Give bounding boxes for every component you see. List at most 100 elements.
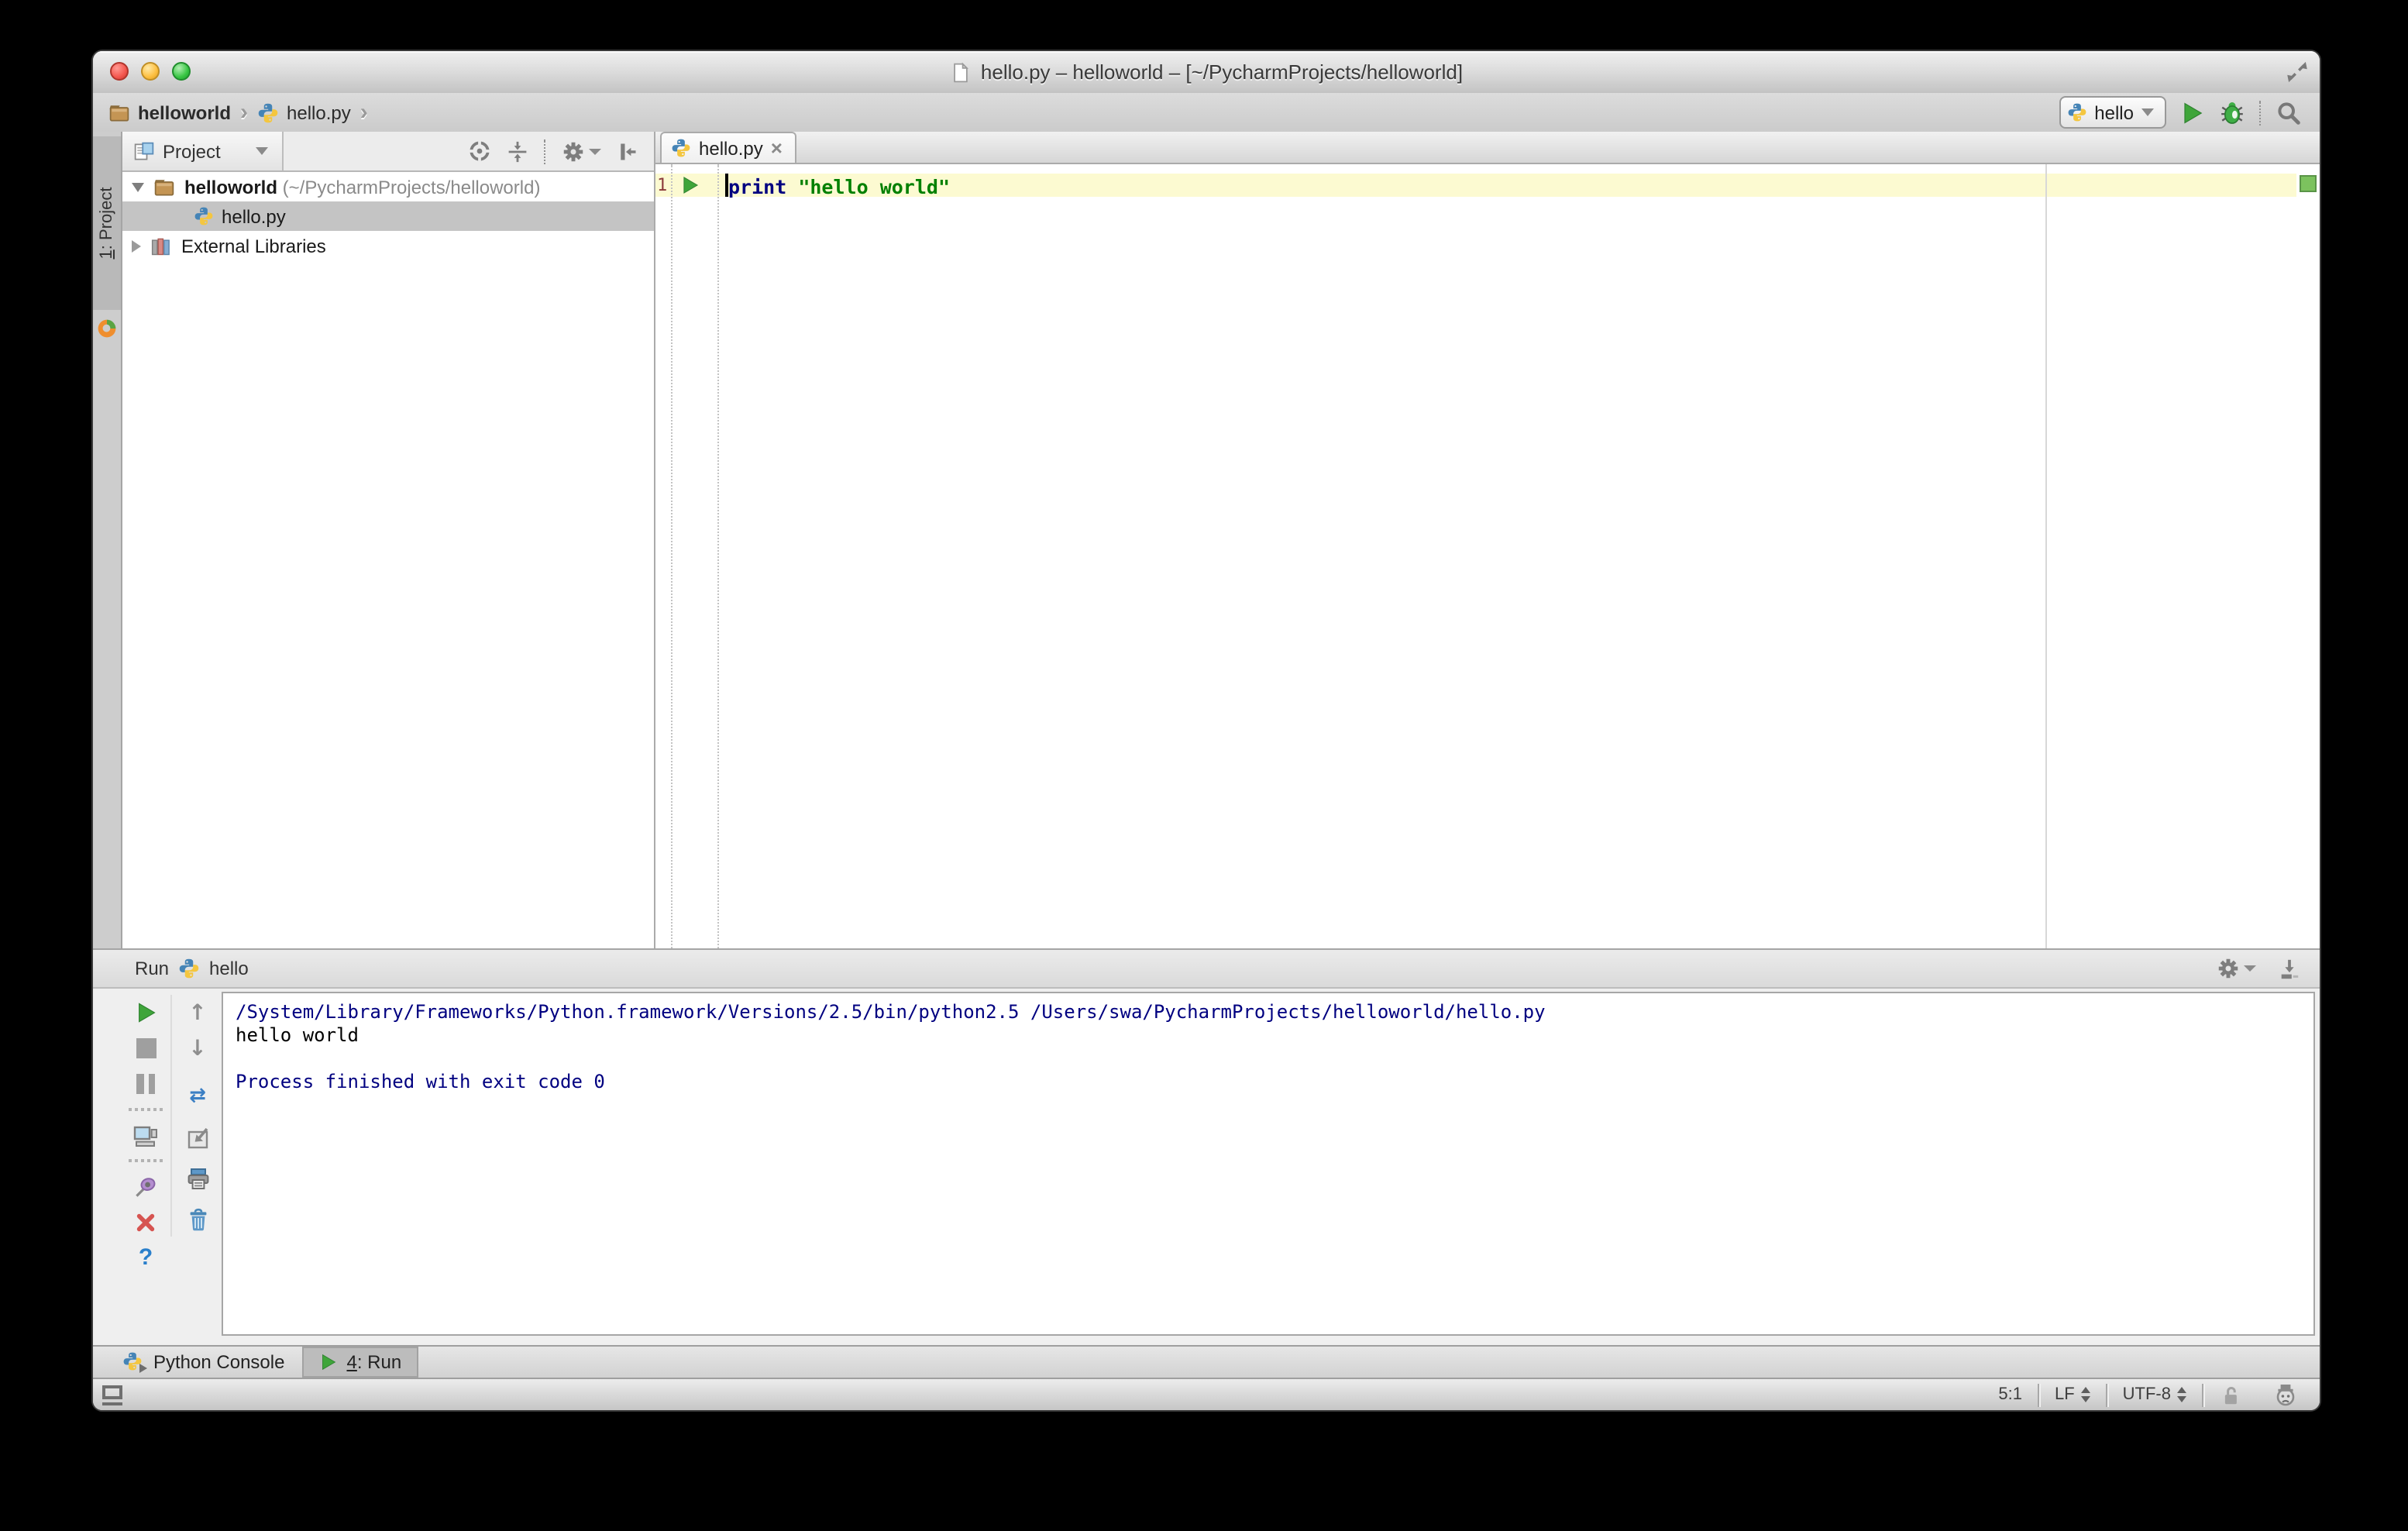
down-arrow-icon: ↓ bbox=[188, 1036, 207, 1061]
run-button[interactable] bbox=[2180, 100, 2205, 125]
document-icon bbox=[950, 61, 972, 83]
rerun-button[interactable] bbox=[121, 995, 170, 1030]
debug-button[interactable] bbox=[2219, 99, 2245, 126]
python-console-icon bbox=[122, 1351, 147, 1373]
run-panel-header-actions bbox=[2217, 957, 2320, 980]
soft-wrap-button[interactable]: ⇄ bbox=[172, 1079, 223, 1114]
run-settings-menu-button[interactable] bbox=[2217, 958, 2256, 979]
chevron-down-icon bbox=[256, 147, 269, 155]
run-toolbar-left: ? bbox=[121, 995, 170, 1275]
readonly-toggle[interactable] bbox=[2203, 1384, 2258, 1405]
hide-panel-button[interactable] bbox=[2278, 957, 2301, 980]
close-tab-icon[interactable]: × bbox=[771, 138, 783, 158]
python-file-icon bbox=[194, 206, 214, 226]
project-view-select[interactable]: Project bbox=[122, 132, 284, 170]
highlighting-level-button[interactable] bbox=[2258, 1384, 2301, 1405]
collapse-all-button[interactable] bbox=[507, 140, 528, 162]
toolwindow-toggle-icon[interactable] bbox=[102, 1385, 122, 1405]
gutter-separator bbox=[717, 164, 719, 948]
editor-area: hello.py × 1 print "hello world" bbox=[655, 132, 2320, 948]
window-title: hello.py – helloworld – [~/PycharmProjec… bbox=[980, 60, 1464, 84]
pause-output-button[interactable] bbox=[121, 1066, 170, 1102]
folder-icon bbox=[108, 101, 130, 123]
stop-button[interactable] bbox=[121, 1030, 170, 1066]
search-icon[interactable] bbox=[2276, 100, 2301, 125]
project-panel: Project helloworld (~/PycharmProjects/he… bbox=[122, 132, 655, 948]
fullscreen-icon[interactable] bbox=[2286, 60, 2309, 84]
expand-arrow-icon[interactable] bbox=[132, 239, 141, 252]
project-root-name: helloworld bbox=[184, 176, 277, 198]
up-stack-trace-button[interactable]: ↑ bbox=[172, 995, 223, 1030]
tool-window-bar: Python Console 4: Run bbox=[93, 1345, 2320, 1378]
print-button[interactable] bbox=[172, 1161, 223, 1196]
project-panel-header: Project bbox=[122, 132, 654, 172]
run-tab[interactable]: 4: Run bbox=[301, 1347, 419, 1378]
tree-item-hello-py[interactable]: hello.py bbox=[122, 201, 654, 231]
tree-item-external-libraries[interactable]: External Libraries bbox=[122, 231, 654, 260]
hide-panel-button[interactable] bbox=[617, 140, 638, 162]
help-button[interactable]: ? bbox=[121, 1240, 170, 1275]
title-bar[interactable]: hello.py – helloworld – [~/PycharmProjec… bbox=[93, 51, 2320, 95]
close-run-panel-button[interactable] bbox=[121, 1204, 170, 1240]
pin-icon bbox=[133, 1174, 158, 1199]
status-bar-widgets: 5:1 LF UTF-8 bbox=[1983, 1379, 2320, 1410]
tree-item-project-root[interactable]: helloworld (~/PycharmProjects/helloworld… bbox=[122, 172, 654, 201]
chevron-down-icon bbox=[2244, 965, 2256, 972]
code-string: "hello world" bbox=[786, 175, 950, 198]
console-line: hello world bbox=[236, 1024, 359, 1046]
collapse-arrow-icon[interactable] bbox=[132, 182, 144, 191]
console-line: /System/Library/Frameworks/Python.framew… bbox=[236, 1001, 1546, 1023]
toolbar-separator bbox=[129, 1159, 163, 1162]
run-tool-window: Run hello ? ↑ ↓ ⇄ /System/Library/Framew… bbox=[93, 948, 2320, 1345]
window-title-area: hello.py – helloworld – [~/PycharmProjec… bbox=[93, 51, 2320, 93]
console-layout-button[interactable] bbox=[121, 1117, 170, 1153]
gear-icon bbox=[2217, 958, 2239, 979]
run-toolbar-right: ↑ ↓ ⇄ bbox=[170, 995, 223, 1237]
python-console-tab[interactable]: Python Console bbox=[105, 1347, 301, 1378]
clear-all-button[interactable] bbox=[172, 1201, 223, 1237]
run-panel-header: Run hello bbox=[93, 950, 2320, 989]
python-file-icon bbox=[257, 101, 279, 123]
breadcrumb: helloworld › hello.py › bbox=[93, 101, 2059, 124]
project-tree: helloworld (~/PycharmProjects/helloworld… bbox=[122, 172, 654, 948]
pin-tab-button[interactable] bbox=[121, 1168, 170, 1204]
print-icon bbox=[185, 1166, 210, 1191]
screen-background: hello.py – helloworld – [~/PycharmProjec… bbox=[0, 0, 2408, 1531]
run-gutter-icon[interactable] bbox=[680, 175, 700, 195]
scroll-to-end-button[interactable] bbox=[172, 1120, 223, 1156]
gutter-separator bbox=[671, 164, 673, 948]
python-file-icon bbox=[671, 138, 691, 158]
breadcrumb-item-helloworld[interactable]: helloworld bbox=[138, 101, 231, 123]
line-ending-widget[interactable]: LF bbox=[2039, 1384, 2106, 1405]
caret-position-widget[interactable]: 5:1 bbox=[1983, 1384, 2038, 1405]
help-icon: ? bbox=[138, 1244, 153, 1271]
hector-inspector-icon bbox=[2273, 1382, 2298, 1407]
settings-menu-button[interactable] bbox=[562, 140, 601, 162]
updown-arrows-icon bbox=[2177, 1387, 2186, 1402]
console-line: Process finished with exit code 0 bbox=[236, 1071, 605, 1092]
breadcrumb-chevron-icon: › bbox=[359, 99, 368, 126]
run-tab-icon bbox=[318, 1353, 337, 1371]
inspection-status-icon[interactable] bbox=[2300, 175, 2317, 192]
python-icon bbox=[2066, 102, 2086, 122]
down-stack-trace-button[interactable]: ↓ bbox=[172, 1030, 223, 1066]
encoding-widget[interactable]: UTF-8 bbox=[2107, 1384, 2202, 1405]
run-configuration-select[interactable]: hello bbox=[2059, 96, 2166, 129]
run-panel-body: ? ↑ ↓ ⇄ /System/Library/Frameworks/Pytho… bbox=[93, 989, 2320, 1345]
pause-icon bbox=[136, 1074, 155, 1094]
editor-body[interactable]: 1 print "hello world" bbox=[655, 164, 2320, 948]
editor-tab-bar: hello.py × bbox=[655, 132, 2320, 164]
scroll-to-source-button[interactable] bbox=[468, 139, 491, 163]
run-console-output[interactable]: /System/Library/Frameworks/Python.framew… bbox=[222, 992, 2315, 1336]
code-line[interactable]: print "hello world" bbox=[728, 175, 950, 198]
tree-file-name: hello.py bbox=[222, 205, 286, 227]
python-console-label: Python Console bbox=[153, 1351, 285, 1373]
main-area: 1: Project Project helloworld (~/Pycharm… bbox=[93, 132, 2320, 948]
console-layout-icon bbox=[133, 1123, 158, 1147]
breadcrumb-item-hellopy[interactable]: hello.py bbox=[287, 101, 351, 123]
run-config-name: hello bbox=[209, 958, 249, 979]
toolbar-separator bbox=[129, 1108, 163, 1111]
editor-tab-hello-py[interactable]: hello.py × bbox=[660, 132, 796, 163]
project-tool-window-button[interactable]: 1: Project bbox=[93, 136, 121, 310]
